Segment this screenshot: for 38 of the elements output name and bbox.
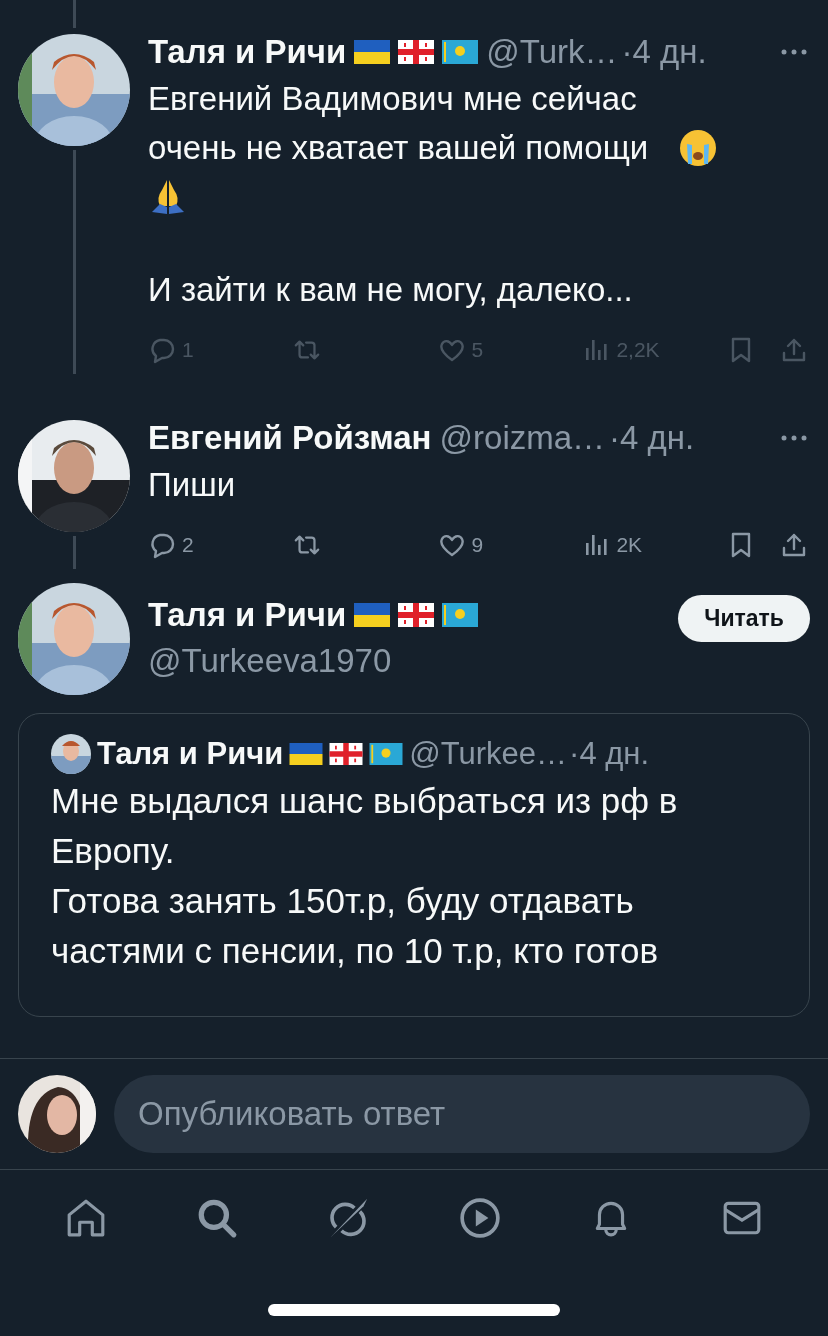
flag-icon (442, 40, 479, 64)
flag-icon (289, 743, 324, 765)
author-handle[interactable]: @Turkeeva1970 (148, 637, 661, 685)
more-icon[interactable] (780, 48, 808, 56)
quoted-post-card[interactable]: Таля и Ричи @Turkee…·4 дн. Мне выдался шанс выбраться из рф в Европу. Готова занять 150т.р, буду отдавать частями с пенсии, по 10 т.р, кто готов (18, 713, 810, 1017)
follow-button[interactable]: Читать (678, 595, 810, 642)
post-text: И зайти к вам не могу, далеко... (148, 271, 633, 308)
post-text: Евгений Вадимович мне сейчас очень не хватает вашей помощи (148, 79, 650, 168)
flag-icon (329, 743, 364, 765)
flag-icon (354, 603, 391, 627)
author-handle[interactable]: @Turk… (486, 33, 618, 71)
reply-icon[interactable] (148, 531, 176, 559)
post-text: Мне выдался шанс выбраться из рф в Европу. (51, 780, 679, 872)
author-handle[interactable]: @Turkee… (409, 736, 568, 772)
author-name[interactable]: Таля и Ричи (148, 33, 347, 71)
post-time: ·4 дн. (621, 33, 707, 71)
author-name[interactable]: Евгений Ройзман (148, 419, 432, 457)
action-count: 2K (616, 533, 643, 557)
crying-emoji-icon (678, 128, 718, 168)
action-count: 2 (182, 533, 194, 557)
post-text: Пиши (148, 466, 236, 503)
flag-icon (354, 40, 391, 64)
author-handle[interactable]: @roizma… (439, 419, 606, 457)
play-icon[interactable] (458, 1197, 501, 1239)
flag-icon (369, 743, 404, 765)
share-icon[interactable] (780, 531, 808, 559)
flag-icon (398, 603, 435, 627)
reply-input-field[interactable]: Опубликовать ответ (114, 1075, 810, 1153)
more-icon[interactable] (780, 434, 808, 442)
flag-icon (442, 603, 479, 627)
author-name[interactable]: Таля и Ричи (97, 736, 284, 772)
action-count: 9 (471, 533, 484, 557)
post-time: ·4 дн. (609, 419, 695, 457)
flag-icon (398, 40, 435, 64)
search-icon[interactable] (196, 1197, 238, 1239)
author-name[interactable]: Таля и Ричи (148, 596, 347, 634)
post-text: Готова занять 150т.р, буду отдавать частями с пенсии, по 10 т.р, кто готов (51, 880, 660, 972)
post-time: ·4 дн. (569, 736, 650, 772)
